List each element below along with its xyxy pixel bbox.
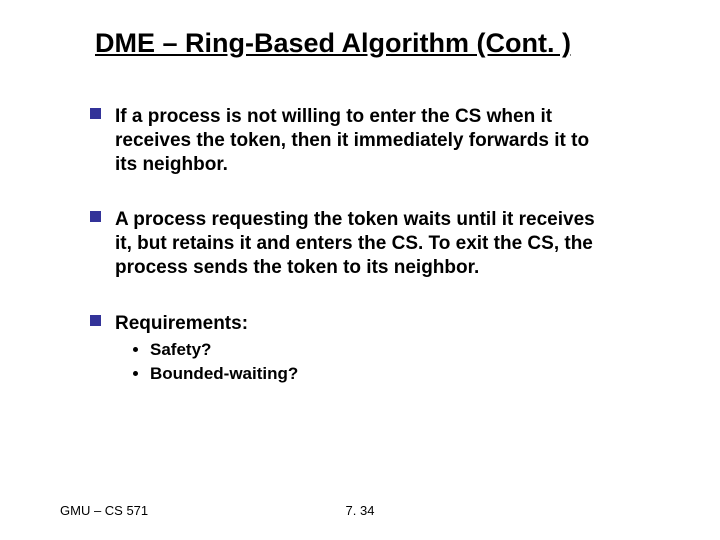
- bullet-label: Requirements:: [115, 313, 248, 334]
- bullet-text: If a process is not willing to enter the…: [115, 105, 610, 176]
- footer-page-number: 7. 34: [0, 503, 720, 518]
- bullet-text: Requirements: Safety? Bounded-waiting?: [115, 312, 610, 384]
- sub-item: Bounded-waiting?: [133, 363, 610, 384]
- square-bullet-icon: [90, 108, 101, 119]
- bullet-item: If a process is not willing to enter the…: [90, 105, 610, 176]
- slide: DME – Ring-Based Algorithm (Cont. ) If a…: [0, 0, 720, 540]
- square-bullet-icon: [90, 211, 101, 222]
- content-area: If a process is not willing to enter the…: [90, 105, 610, 384]
- bullet-item: Requirements: Safety? Bounded-waiting?: [90, 312, 610, 384]
- square-bullet-icon: [90, 315, 101, 326]
- sub-text: Safety?: [150, 339, 211, 360]
- bullet-item: A process requesting the token waits unt…: [90, 208, 610, 279]
- sub-item: Safety?: [133, 339, 610, 360]
- sub-text: Bounded-waiting?: [150, 363, 298, 384]
- dot-bullet-icon: [133, 371, 138, 376]
- bullet-text: A process requesting the token waits unt…: [115, 208, 610, 279]
- slide-title: DME – Ring-Based Algorithm (Cont. ): [95, 28, 660, 59]
- sub-list: Safety? Bounded-waiting?: [133, 339, 610, 384]
- dot-bullet-icon: [133, 347, 138, 352]
